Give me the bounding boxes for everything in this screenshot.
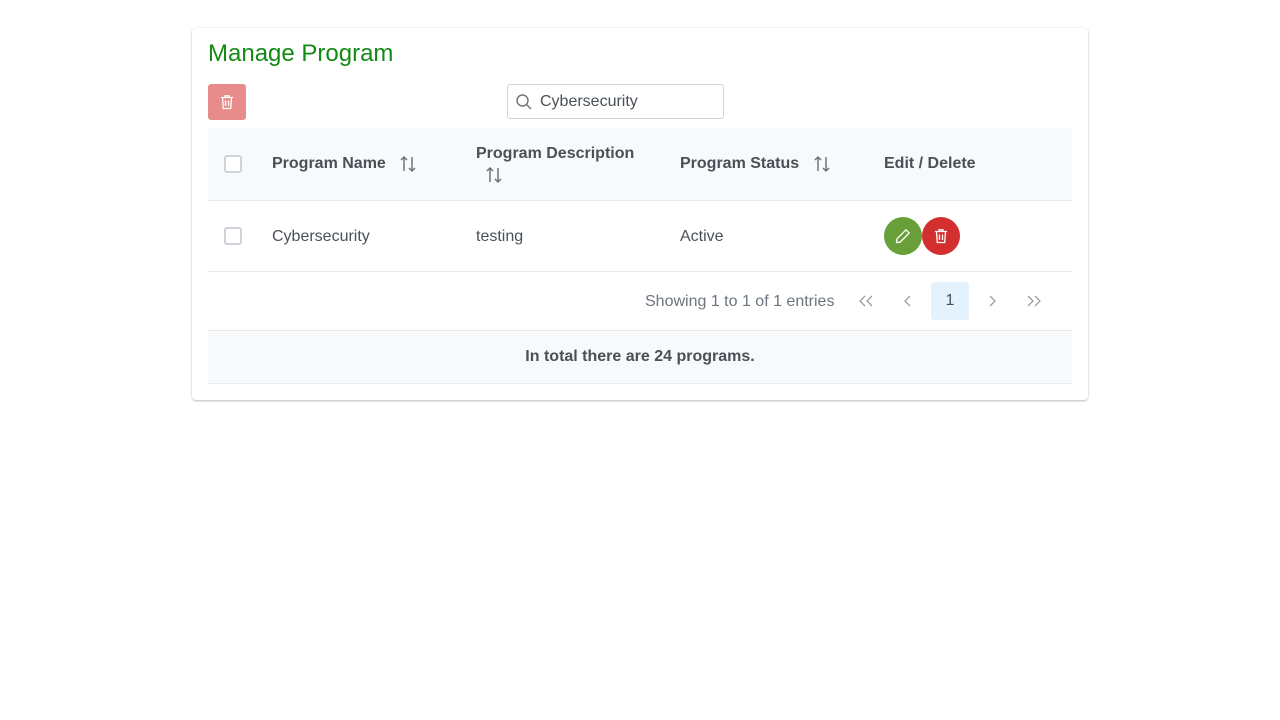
pencil-icon	[895, 228, 911, 244]
first-page-button[interactable]	[847, 282, 885, 320]
double-chevron-right-icon	[1027, 295, 1041, 307]
programs-table: Program Name Program Description Program…	[208, 128, 1072, 384]
double-chevron-left-icon	[859, 295, 873, 307]
page-title: Manage Program	[208, 40, 394, 67]
prev-page-button[interactable]	[889, 282, 927, 320]
table-header: Program Name Program Description Program…	[208, 128, 1072, 201]
cell-program-description: testing	[476, 228, 524, 245]
table-footer: In total there are 24 programs.	[208, 331, 1072, 384]
header-program-name[interactable]: Program Name	[272, 155, 386, 173]
cell-program-status: Active	[680, 228, 724, 245]
pagination: Showing 1 to 1 of 1 entries 1	[208, 272, 1072, 331]
chevron-left-icon	[904, 295, 911, 307]
cell-program-name: Cybersecurity	[272, 228, 370, 245]
header-edit-delete: Edit / Delete	[884, 155, 976, 172]
next-page-button[interactable]	[973, 282, 1011, 320]
table-row: Cybersecurity testing Active	[208, 201, 1072, 272]
trash-icon	[221, 95, 233, 110]
total-programs-text: In total there are 24 programs.	[525, 348, 755, 365]
last-page-button[interactable]	[1015, 282, 1053, 320]
header-program-status[interactable]: Program Status	[680, 155, 799, 173]
search-input[interactable]	[540, 85, 718, 118]
search-icon	[516, 94, 532, 110]
manage-program-card: Manage Program Program Name Program Desc…	[192, 28, 1088, 400]
sort-icon[interactable]	[813, 155, 831, 173]
edit-button[interactable]	[884, 217, 922, 255]
select-all-checkbox[interactable]	[224, 155, 242, 173]
header-program-description[interactable]: Program Description	[476, 145, 634, 163]
row-checkbox[interactable]	[224, 227, 242, 245]
page-button-1[interactable]: 1	[931, 282, 969, 320]
delete-button[interactable]	[922, 217, 960, 255]
search-box[interactable]	[507, 84, 724, 119]
bulk-delete-button[interactable]	[208, 84, 246, 120]
sort-icon[interactable]	[485, 166, 503, 184]
chevron-right-icon	[989, 295, 996, 307]
pagination-info: Showing 1 to 1 of 1 entries	[645, 293, 835, 310]
sort-icon[interactable]	[399, 155, 417, 173]
trash-icon	[935, 229, 947, 244]
